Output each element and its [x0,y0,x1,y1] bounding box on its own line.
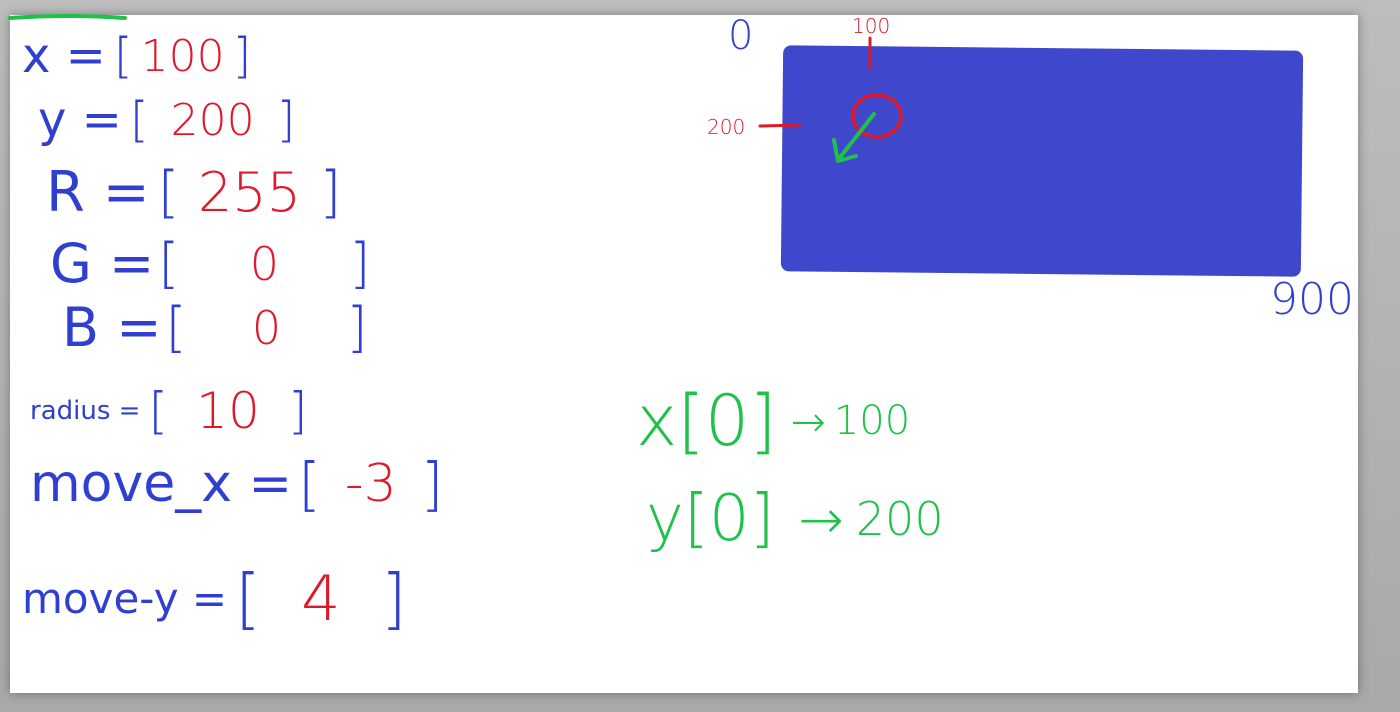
note-y-result: 200 [855,492,944,546]
note-y-line: y[0] → 200 [646,482,944,556]
note-y-expression: y[0] [646,482,775,556]
note-x-line: x[0] → 100 [636,380,910,462]
note-x-expression: x[0] [636,380,777,462]
note-x-result: 100 [833,398,911,444]
canvas-annotations [758,36,903,163]
arrow-icon: → [798,487,844,551]
arrow-icon: → [790,396,826,446]
y-tick-mark [758,123,802,128]
